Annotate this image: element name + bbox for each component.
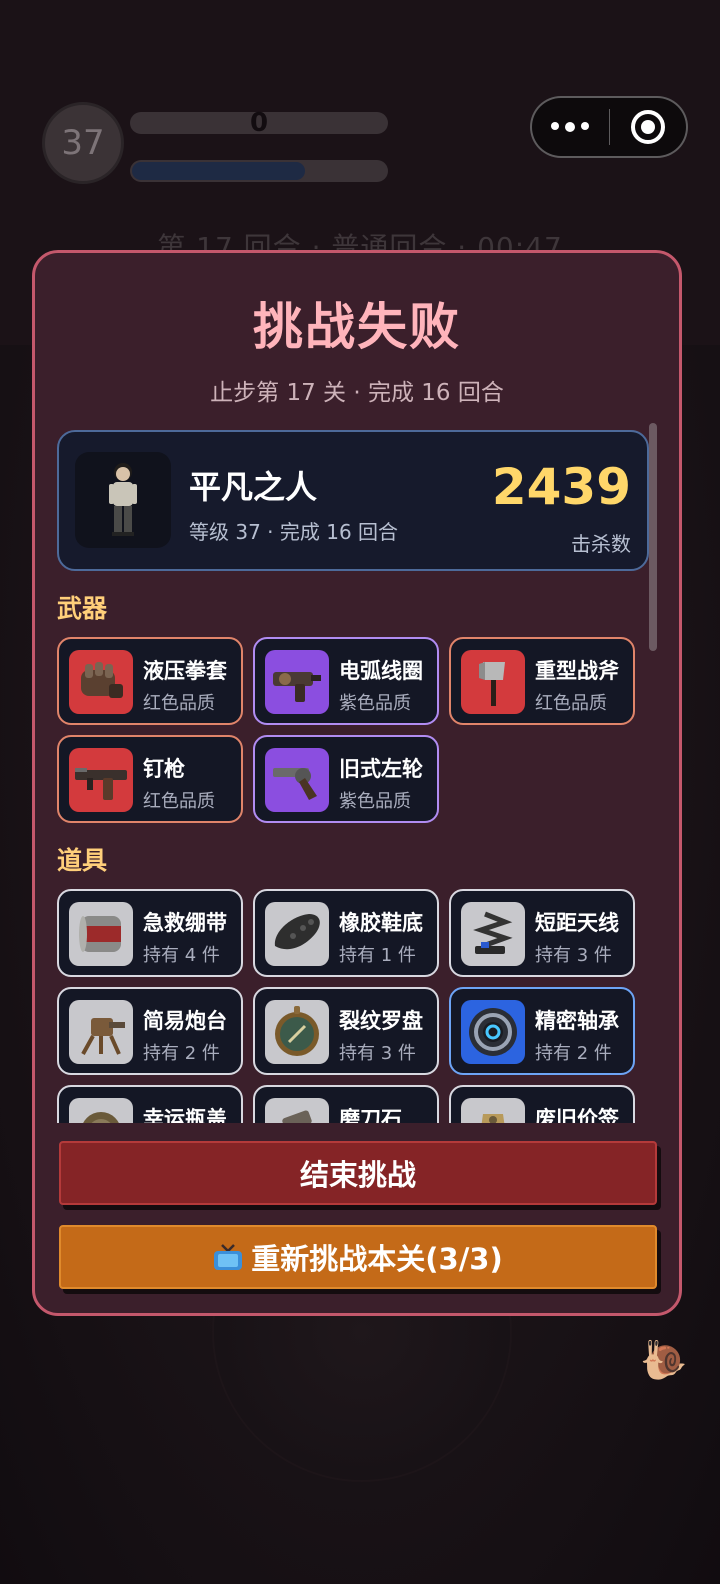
- weapon-quality: 红色品质: [535, 693, 607, 714]
- weapons-section-label: 武器: [57, 594, 108, 623]
- item-name: 裂纹罗盘: [339, 1009, 423, 1033]
- item-card[interactable]: 简易炮台 持有 2 件: [57, 987, 243, 1075]
- weapon-name: 旧式左轮: [339, 757, 423, 781]
- item-name: 橡胶鞋底: [339, 911, 423, 935]
- more-dots-icon: [565, 122, 576, 132]
- antenna-icon: [461, 902, 525, 966]
- retry-level-label: 重新挑战本关(3/3): [251, 1242, 503, 1276]
- snail-icon: 🐌: [640, 1338, 688, 1382]
- price-tag-icon: [461, 1098, 525, 1123]
- item-card[interactable]: 急救绷带 持有 4 件: [57, 889, 243, 977]
- item-count: 持有 2 件: [143, 1043, 220, 1064]
- character-name: 平凡之人: [189, 468, 318, 506]
- items-section-label: 道具: [57, 846, 108, 875]
- item-card[interactable]: 废旧价签: [449, 1085, 635, 1123]
- experience-bar: [130, 160, 388, 182]
- item-card[interactable]: 裂纹罗盘 持有 3 件: [253, 987, 439, 1075]
- item-name: 短距天线: [535, 911, 619, 935]
- character-meta: 等级 37 · 完成 16 回合: [189, 520, 399, 544]
- close-miniprogram-button[interactable]: [610, 110, 687, 144]
- item-card[interactable]: 幸运瓶盖: [57, 1085, 243, 1123]
- item-name: 简易炮台: [143, 1009, 227, 1033]
- item-count: 持有 1 件: [339, 945, 416, 966]
- item-count: 持有 2 件: [535, 1043, 612, 1064]
- whetstone-icon: [265, 1098, 329, 1123]
- more-dots-icon: [551, 122, 560, 130]
- dialog-subtitle: 止步第 17 关 · 完成 16 回合: [210, 380, 504, 406]
- more-menu-button[interactable]: [532, 122, 609, 132]
- weapon-quality: 紫色品质: [339, 791, 411, 812]
- weapon-quality: 红色品质: [143, 791, 215, 812]
- weapon-name: 液压拳套: [143, 659, 227, 683]
- weapon-card[interactable]: 液压拳套 红色品质: [57, 637, 243, 725]
- player-level-badge: 37: [42, 102, 124, 184]
- item-name: 幸运瓶盖: [143, 1107, 227, 1123]
- miniprogram-capsule: [530, 96, 688, 158]
- axe-icon: [461, 650, 525, 714]
- item-card[interactable]: 橡胶鞋底 持有 1 件: [253, 889, 439, 977]
- result-scroll-area[interactable]: 平凡之人 等级 37 · 完成 16 回合 2439 击杀数 武器 液压拳套 红…: [57, 427, 657, 1123]
- target-close-icon: [630, 110, 665, 144]
- character-card: 平凡之人 等级 37 · 完成 16 回合 2439 击杀数: [57, 430, 649, 571]
- weapon-quality: 红色品质: [143, 693, 215, 714]
- kill-count-label: 击杀数: [571, 532, 631, 556]
- weapon-card[interactable]: 电弧线圈 紫色品质: [253, 637, 439, 725]
- item-name: 精密轴承: [535, 1009, 619, 1033]
- item-name: 磨刀石: [339, 1107, 402, 1123]
- item-name: 废旧价签: [535, 1107, 619, 1123]
- more-dots-icon: [581, 122, 590, 130]
- weapon-card[interactable]: 钉枪 红色品质: [57, 735, 243, 823]
- player-level: 37: [61, 123, 105, 163]
- item-name: 急救绷带: [143, 911, 227, 935]
- item-card[interactable]: 磨刀石: [253, 1085, 439, 1123]
- weapon-name: 重型战斧: [535, 659, 619, 683]
- challenge-failed-dialog: 挑战失败 止步第 17 关 · 完成 16 回合 平凡之人 等级 37 · 完成…: [32, 250, 682, 1316]
- weapon-name: 钉枪: [143, 757, 185, 781]
- compass-icon: [265, 1000, 329, 1064]
- weapon-name: 电弧线圈: [339, 659, 423, 683]
- item-count: 持有 3 件: [535, 945, 612, 966]
- shoe-sole-icon: [265, 902, 329, 966]
- arc-gun-icon: [265, 650, 329, 714]
- experience-fill: [132, 162, 305, 180]
- item-count: 持有 4 件: [143, 945, 220, 966]
- bottle-cap-icon: [69, 1098, 133, 1123]
- item-count: 持有 3 件: [339, 1043, 416, 1064]
- character-portrait: [75, 452, 171, 548]
- health-bar: 0: [130, 108, 388, 138]
- item-card[interactable]: 短距天线 持有 3 件: [449, 889, 635, 977]
- weapon-quality: 紫色品质: [339, 693, 411, 714]
- retry-level-button[interactable]: 重新挑战本关(3/3): [59, 1225, 657, 1289]
- item-card[interactable]: 精密轴承 持有 2 件: [449, 987, 635, 1075]
- bandage-icon: [69, 902, 133, 966]
- dialog-title: 挑战失败: [253, 298, 461, 356]
- weapon-card[interactable]: 旧式左轮 紫色品质: [253, 735, 439, 823]
- kill-count: 2439: [491, 458, 631, 516]
- health-value: 0: [249, 108, 269, 138]
- weapon-card[interactable]: 重型战斧 红色品质: [449, 637, 635, 725]
- tv-icon: [213, 1243, 243, 1271]
- gauntlet-icon: [69, 650, 133, 714]
- revolver-icon: [265, 748, 329, 812]
- bearing-icon: [461, 1000, 525, 1064]
- turret-icon: [69, 1000, 133, 1064]
- end-challenge-button[interactable]: 结束挑战: [59, 1141, 657, 1205]
- nail-gun-icon: [69, 748, 133, 812]
